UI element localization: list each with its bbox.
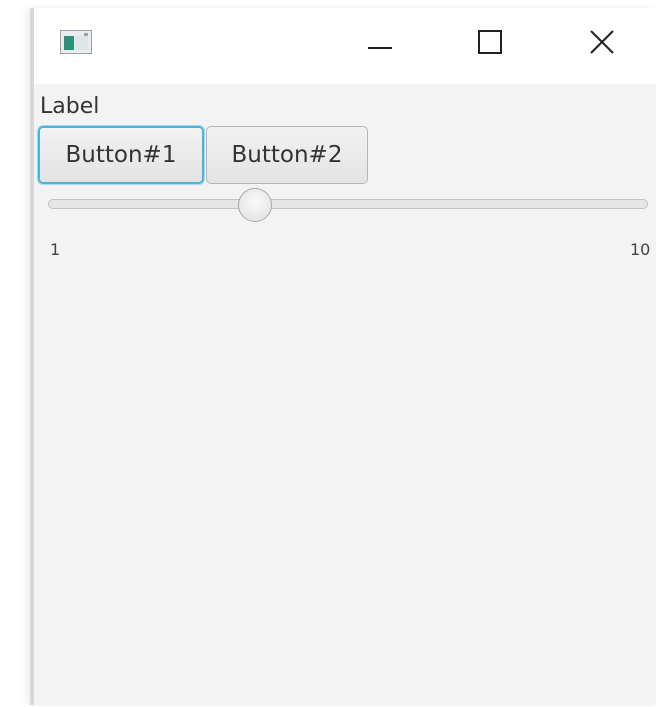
minimize-button[interactable] (352, 24, 408, 64)
close-icon (588, 28, 616, 60)
app-window: Label Button#1 Button#2 1 10 (30, 8, 656, 705)
close-button[interactable] (574, 24, 630, 64)
slider-thumb[interactable] (238, 188, 272, 222)
button-1[interactable]: Button#1 (38, 126, 204, 184)
button-2[interactable]: Button#2 (206, 126, 368, 184)
title-bar[interactable] (34, 8, 656, 84)
app-window-icon (60, 30, 92, 54)
maximize-button[interactable] (462, 24, 518, 64)
slider-track[interactable] (48, 199, 648, 209)
maximize-icon (476, 28, 504, 60)
label-text: Label (40, 94, 100, 119)
slider-max-tick-label: 10 (630, 240, 651, 259)
minimize-icon (366, 28, 394, 60)
slider-min-tick-label: 1 (50, 240, 61, 259)
